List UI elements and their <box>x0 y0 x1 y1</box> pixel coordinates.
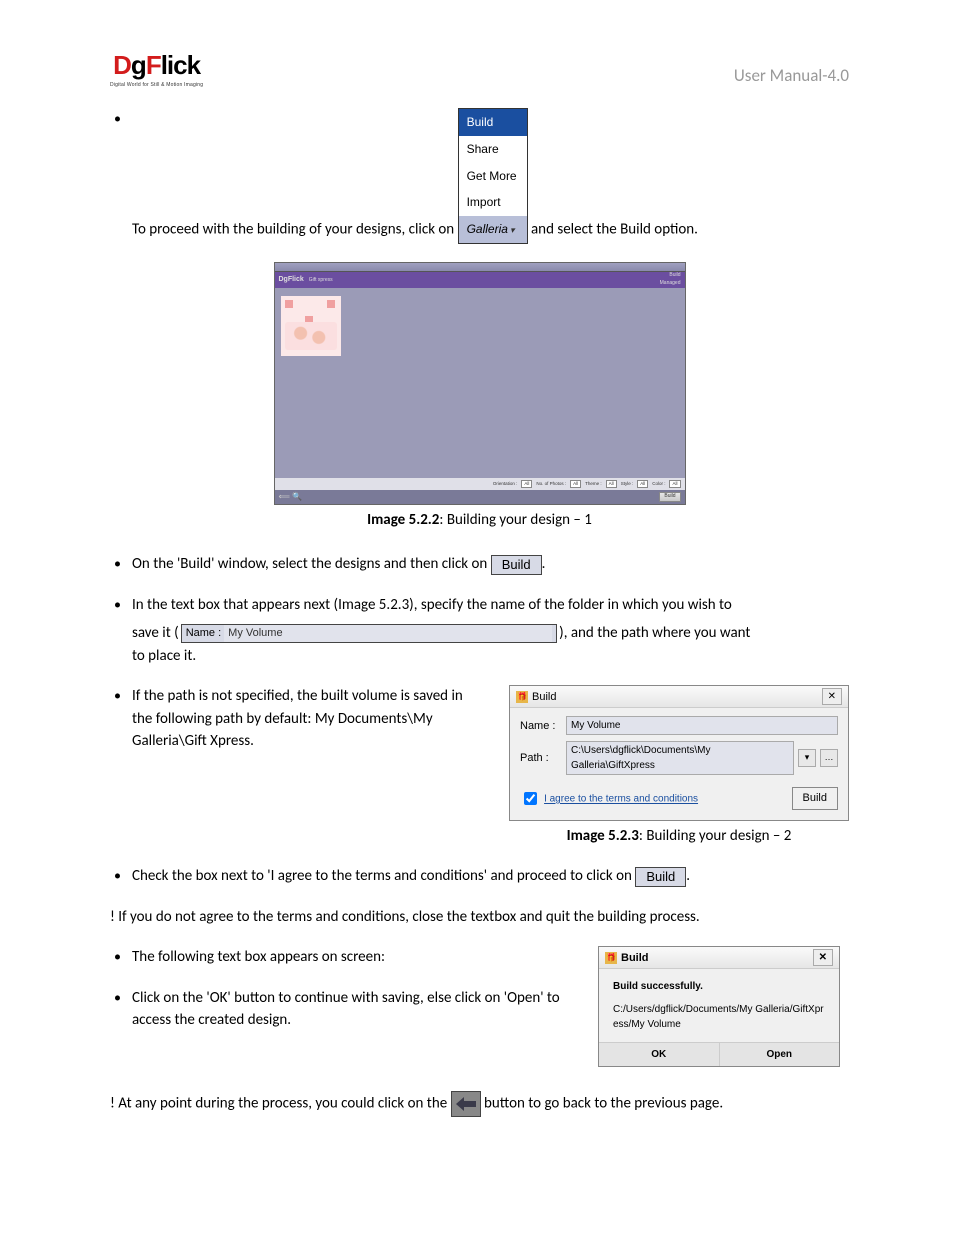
step-4-text: If the path is not specified, the built … <box>132 685 485 753</box>
appwin-brand: DgFlick <box>279 276 304 283</box>
success-dialog-title: Build <box>621 952 649 964</box>
caption-2: Image 5.2.3: Building your design – 2 <box>509 825 849 848</box>
filter-color[interactable]: All <box>669 480 680 489</box>
step-5-text-post: . <box>686 867 690 885</box>
build-dialog-name-input[interactable]: My Volume <box>566 716 838 735</box>
build-button-inline-2[interactable]: Build <box>635 867 686 887</box>
close-icon[interactable]: ✕ <box>822 688 842 705</box>
name-field-value[interactable]: My Volume <box>224 625 552 642</box>
menu-item-getmore[interactable]: Get More <box>459 163 527 190</box>
step-9-text-post: button to go back to the previous page. <box>484 1095 723 1113</box>
path-dropdown-button[interactable]: ▾ <box>798 749 816 767</box>
appwin-build-button[interactable]: Build <box>659 492 680 502</box>
step-2-text-pre: On the 'Build' window, select the design… <box>132 555 487 573</box>
appwin-status-build: Build <box>669 272 680 278</box>
chevron-down-icon: ▾ <box>510 225 515 235</box>
menu-item-galleria[interactable]: Galleria▾ <box>459 216 527 243</box>
build-dialog-title: Build <box>532 691 556 703</box>
step-5-text-pre: Check the box next to 'I agree to the te… <box>132 867 632 885</box>
step-3-line-1: In the text box that appears next (Image… <box>132 594 849 617</box>
build-dialog-path-label: Path : <box>520 750 562 767</box>
gift-icon: 🎁 <box>605 952 617 964</box>
logo: DgFlick Digital World for Still & Motion… <box>110 50 203 88</box>
step-8-text: Click on the 'OK' button to continue wit… <box>132 987 565 1032</box>
appwin-product: Gift xpress <box>309 277 333 283</box>
appwin-status-managed: Managed <box>660 280 681 286</box>
menu-item-import[interactable]: Import <box>459 189 527 216</box>
success-message: Build successfully. <box>613 979 825 994</box>
build-dialog-path-input[interactable]: C:\Users\dgflick\Documents\My Galleria\G… <box>566 741 794 775</box>
back-button[interactable] <box>451 1091 481 1117</box>
step-1-text-post: and select the Build option. <box>528 220 698 238</box>
filter-theme[interactable]: All <box>606 480 617 489</box>
close-icon[interactable]: ✕ <box>813 949 833 966</box>
step-9-text-pre: ! At any point during the process, you c… <box>110 1095 451 1113</box>
build-dialog: 🎁 Build ✕ Name : My Volume Path : <box>509 685 849 821</box>
filter-style[interactable]: All <box>637 480 648 489</box>
logo-tagline: Digital World for Still & Motion Imaging <box>110 82 203 88</box>
step-7-text: The following text box appears on screen… <box>132 946 565 969</box>
step-3-tail: to place it. <box>132 645 849 668</box>
step-2-text-post: . <box>542 555 546 573</box>
success-path: C:/Users/dgflick/Documents/My Galleria/G… <box>613 1002 825 1032</box>
manual-version-label: User Manual-4.0 <box>734 65 849 86</box>
design-thumbnail[interactable] <box>281 296 341 356</box>
build-dialog-build-button[interactable]: Build <box>792 787 838 810</box>
open-button[interactable]: Open <box>720 1043 840 1066</box>
success-dialog: 🎁 Build ✕ Build successfully. C:/Users/dg… <box>598 946 840 1067</box>
menu-item-share[interactable]: Share <box>459 136 527 163</box>
menu-item-build[interactable]: Build <box>459 109 527 136</box>
agree-link[interactable]: I agree to the terms and conditions <box>544 794 698 805</box>
galleria-menu[interactable]: Build Share Get More Import Galleria▾ <box>458 108 528 244</box>
app-window-screenshot: DgFlick Gift xpress Build Managed Orient… <box>274 262 686 505</box>
name-field-label: Name : <box>186 627 221 639</box>
name-field-inline[interactable]: Name :My Volume <box>181 624 557 643</box>
gift-icon: 🎁 <box>516 691 528 703</box>
build-dialog-name-label: Name : <box>520 718 562 735</box>
build-button-inline-1[interactable]: Build <box>491 555 542 575</box>
warning-1: ! If you do not agree to the terms and c… <box>110 906 849 929</box>
caption-1: Image 5.2.2: Building your design – 1 <box>110 509 849 532</box>
bottombar-icons: ⟸ 🔍 <box>279 491 303 503</box>
agree-checkbox[interactable] <box>524 792 537 805</box>
path-browse-button[interactable]: … <box>820 749 838 767</box>
step-3-save-pre: save it ( <box>132 624 179 642</box>
filter-nphotos[interactable]: All <box>570 480 581 489</box>
ok-button[interactable]: OK <box>599 1043 720 1066</box>
filter-bar: Orientation :All No. of Photos :All Them… <box>275 478 685 490</box>
step-3-save-post: ), and the path where you want <box>559 624 750 642</box>
step-1-text-pre: To proceed with the building of your des… <box>132 220 458 238</box>
filter-orientation[interactable]: All <box>521 480 532 489</box>
